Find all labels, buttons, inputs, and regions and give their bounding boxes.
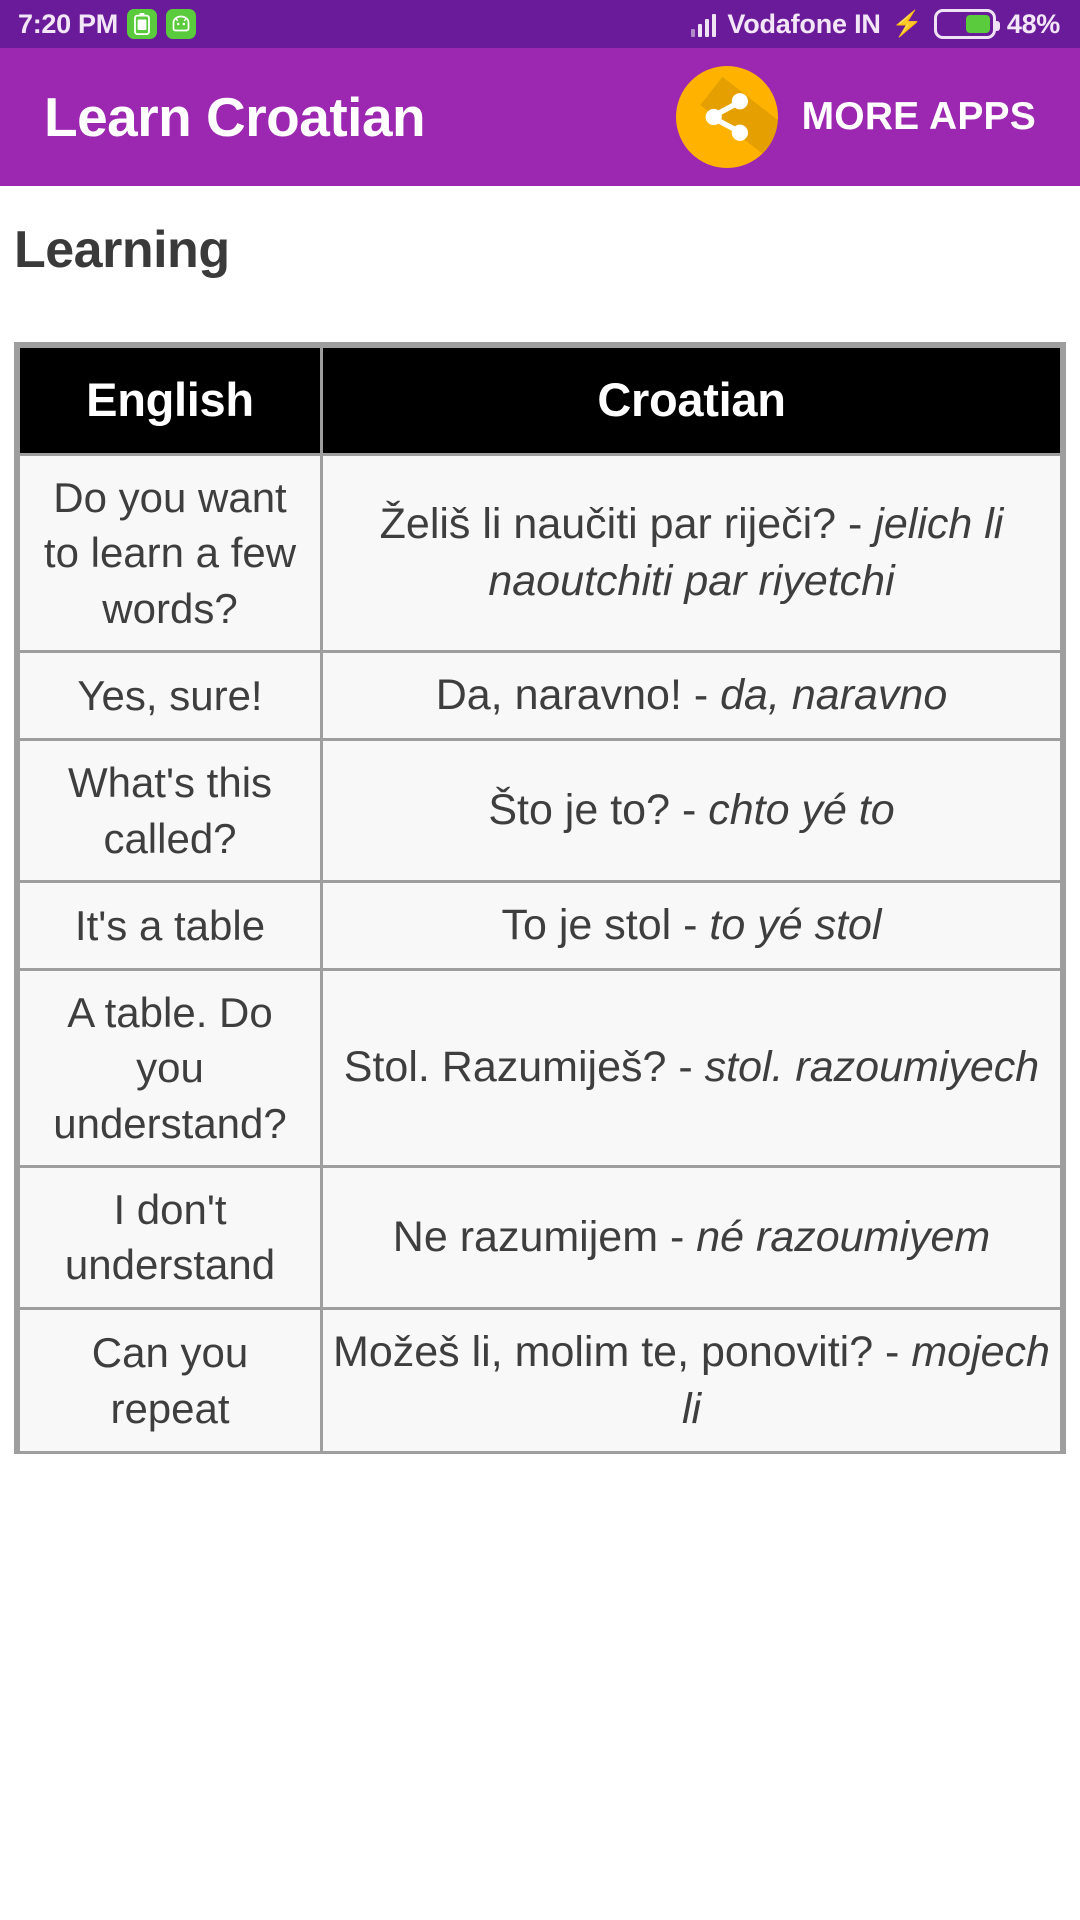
carrier-label: Vodafone IN: [727, 8, 881, 39]
cell-english: A table. Do you understand?: [20, 970, 320, 1165]
table-row[interactable]: It's a table To je stol - to yé stol: [20, 882, 1060, 968]
croatian-native-text: Što je to? -: [488, 786, 709, 835]
cell-croatian: Stol. Razumiješ? - stol. razoumiyech: [323, 970, 1060, 1165]
more-apps-button[interactable]: MORE APPS: [802, 95, 1036, 139]
table-row[interactable]: A table. Do you understand? Stol. Razumij…: [20, 970, 1060, 1165]
table-row[interactable]: Can you repeat Možeš li, molim te, ponovi…: [20, 1309, 1060, 1452]
croatian-native-text: Da, naravno! -: [435, 671, 721, 720]
battery-percent-label: 48%: [1006, 8, 1060, 39]
cell-croatian: Možeš li, molim te, ponoviti? - mojech l…: [323, 1309, 1060, 1452]
app-title: Learn Croatian: [44, 86, 426, 148]
cell-croatian: Što je to? - chto yé to: [323, 741, 1060, 880]
table-body: Do you want to learn a few words? Želiš l…: [20, 456, 1060, 1452]
cell-croatian: Ne razumijem - né razoumiyem: [323, 1168, 1060, 1307]
cell-english: Do you want to learn a few words?: [20, 456, 320, 651]
table-row[interactable]: I don't understand Ne razumijem - né razo…: [20, 1168, 1060, 1307]
battery-icon: [933, 9, 1000, 39]
croatian-native-text: Stol. Razumiješ? -: [343, 1043, 705, 1092]
android-app-icon: [165, 9, 196, 39]
croatian-native-text: To je stol -: [501, 900, 710, 949]
battery-saver-icon: [126, 9, 157, 39]
status-bar: 7:20 PM Vodafone IN ⚡ 48%: [0, 0, 1080, 48]
status-bar-right: Vodafone IN ⚡ 48%: [690, 8, 1060, 40]
croatian-transliteration-text: stol. razoumiyech: [704, 1043, 1040, 1092]
croatian-transliteration-text: to yé stol: [709, 900, 882, 949]
lightning-bolt-icon: ⚡: [891, 9, 923, 38]
cell-english: It's a table: [20, 882, 320, 968]
croatian-native-text: Ne razumijem -: [392, 1213, 697, 1262]
cell-croatian: Da, naravno! - da, naravno: [323, 653, 1060, 739]
status-bar-left: 7:20 PM: [18, 9, 196, 40]
app-bar-actions: MORE APPS: [675, 66, 1054, 168]
cell-croatian: To je stol - to yé stol: [323, 882, 1060, 968]
croatian-native-text: Želiš li naučiti par riječi? -: [379, 500, 875, 549]
croatian-transliteration-text: né razoumiyem: [696, 1213, 991, 1262]
table-row[interactable]: Do you want to learn a few words? Želiš l…: [20, 456, 1060, 651]
croatian-transliteration-text: chto yé to: [708, 786, 895, 835]
cell-english: I don't understand: [20, 1168, 320, 1307]
share-icon: [705, 93, 748, 141]
table-row[interactable]: What's this called? Što je to? - chto yé …: [20, 741, 1060, 880]
croatian-transliteration-text: da, naravno: [720, 671, 948, 720]
croatian-native-text: Možeš li, molim te, ponoviti? -: [333, 1327, 912, 1376]
table-row[interactable]: Yes, sure! Da, naravno! - da, naravno: [20, 653, 1060, 739]
table-header: English Croatian: [20, 348, 1060, 453]
vocabulary-table: English Croatian Do you want to learn a …: [17, 345, 1063, 1455]
app-bar: Learn Croatian MORE APPS: [0, 48, 1080, 186]
cell-english: Can you repeat: [20, 1309, 320, 1452]
vocabulary-table-container[interactable]: English Croatian Do you want to learn a …: [14, 342, 1066, 1455]
cell-english: What's this called?: [20, 741, 320, 880]
signal-bars-icon: [690, 11, 717, 37]
status-time: 7:20 PM: [18, 8, 118, 39]
page-content: Learning English Croatian Do you want to…: [0, 186, 1080, 1848]
column-header-croatian: Croatian: [323, 348, 1060, 453]
column-header-english: English: [20, 348, 320, 453]
cell-english: Yes, sure!: [20, 653, 320, 739]
page-title: Learning: [14, 221, 230, 279]
cell-croatian: Želiš li naučiti par riječi? - jelich li…: [323, 456, 1060, 651]
table-header-row: English Croatian: [20, 348, 1060, 453]
share-button[interactable]: [675, 66, 778, 168]
